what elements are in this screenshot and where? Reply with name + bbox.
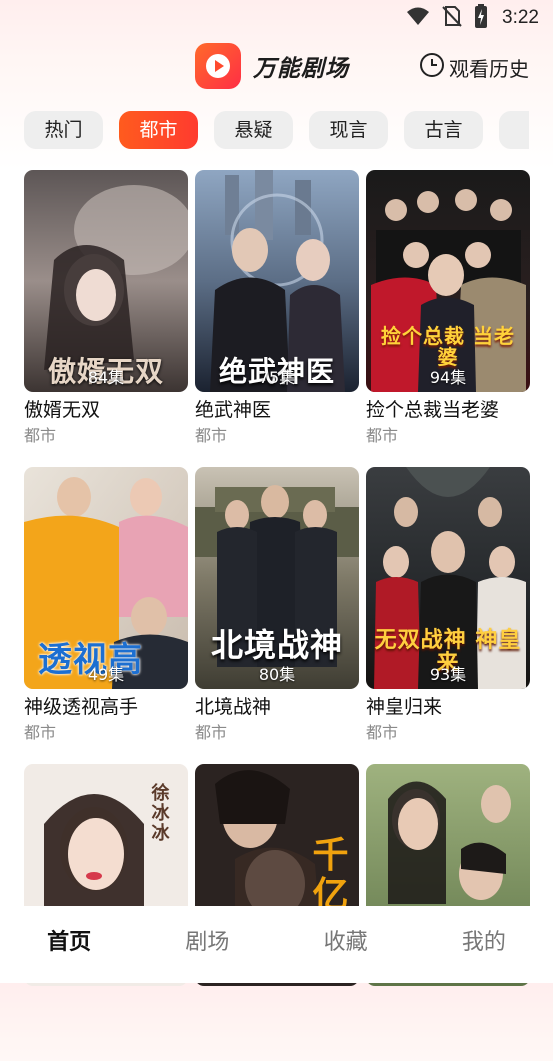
episode-count: 75集 [258,368,296,387]
category-tabs: 热门都市悬疑现言古言军 [24,111,529,151]
episode-count: 94集 [429,368,467,387]
nav-home[interactable]: 首页 [24,924,114,956]
app-name: 万能剧场 [253,56,349,82]
drama-card[interactable]: 北境战神 80集 北境战神 都市 [195,467,359,764]
drama-title[interactable]: 神皇归来 [366,694,530,720]
poster-title-text: 北境战神 [210,626,343,665]
drama-poster[interactable]: 绝武神医 75集 [195,170,359,392]
nav-theater[interactable]: 剧场 [162,924,252,956]
poster-title-text: 捡个总裁 当老婆 [381,324,515,369]
drama-title[interactable]: 绝武神医 [195,397,359,423]
status-time: 3:22 [502,7,539,28]
drama-genre: 都市 [24,426,57,445]
tab-hot[interactable]: 热门 [24,111,103,149]
status-icons: 3:22 [406,4,539,32]
tab-urban[interactable]: 都市 [119,111,198,149]
drama-poster[interactable]: 透视高 49集 [24,467,188,689]
tab-suspense[interactable]: 悬疑 [214,111,293,149]
play-logo-icon [195,43,241,89]
drama-genre: 都市 [366,426,399,445]
no-sim-icon [442,5,462,31]
episode-count: 80集 [258,665,296,684]
drama-title[interactable]: 捡个总裁当老婆 [366,397,530,423]
drama-title[interactable]: 神级透视高手 [24,694,188,720]
drama-genre: 都市 [366,723,399,742]
watch-history-label: 观看历史 [449,57,529,81]
drama-title[interactable]: 北境战神 [195,694,359,720]
battery-charging-icon [474,4,488,32]
drama-row: 透视高 49集 神级透视高手 都市 北境战神 80集 北境战神 都市 无双战神 … [24,467,530,764]
episode-count: 84集 [87,368,125,387]
wifi-icon [406,6,430,30]
drama-card[interactable]: 无双战神 神皇来 93集 神皇归来 都市 [366,467,530,764]
drama-genre: 都市 [195,426,228,445]
drama-card[interactable]: 傲婿无双 84集 傲婿无双 都市 [24,170,188,467]
drama-title[interactable]: 傲婿无双 [24,397,188,423]
tab-military[interactable]: 军 [499,111,529,149]
tab-ancient-romance[interactable]: 古言 [404,111,483,149]
drama-poster[interactable]: 捡个总裁 当老婆 94集 [366,170,530,392]
drama-card[interactable]: 透视高 49集 神级透视高手 都市 [24,467,188,764]
episode-count: 49集 [87,665,125,684]
drama-poster[interactable]: 无双战神 神皇来 93集 [366,467,530,689]
nav-favorites[interactable]: 收藏 [301,924,391,956]
drama-poster[interactable]: 北境战神 80集 [195,467,359,689]
nav-profile[interactable]: 我的 [439,924,529,956]
clock-icon [419,52,445,83]
drama-genre: 都市 [195,723,228,742]
drama-card[interactable]: 绝武神医 75集 绝武神医 都市 [195,170,359,467]
drama-card[interactable]: 捡个总裁 当老婆 94集 捡个总裁当老婆 都市 [366,170,530,467]
app-logo: 万能剧场 [195,43,349,89]
drama-poster[interactable]: 傲婿无双 84集 [24,170,188,392]
episode-count: 93集 [429,665,467,684]
drama-row: 傲婿无双 84集 傲婿无双 都市 绝武神医 75集 绝武神医 都市 捡个总裁 当… [24,170,530,467]
bottom-navigation: 首页 剧场 收藏 我的 [0,906,553,983]
status-bar: 3:22 [0,0,553,36]
drama-genre: 都市 [24,723,57,742]
poster-title-text: 千亿 [312,834,350,916]
tab-modern-romance[interactable]: 现言 [309,111,388,149]
watch-history-button[interactable]: 观看历史 [419,52,529,83]
app-header: 万能剧场 观看历史 [0,40,553,96]
poster-title-text: 徐冰冰 [151,783,171,844]
